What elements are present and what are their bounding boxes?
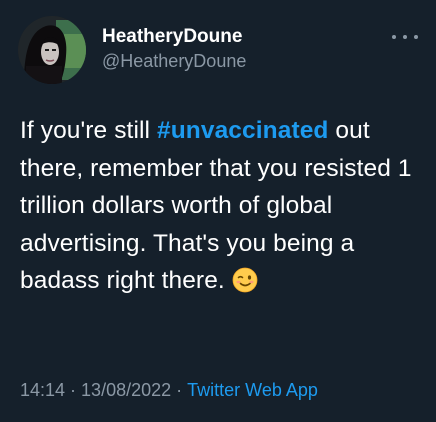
more-dot: [392, 35, 396, 39]
avatar-icon: [18, 16, 86, 84]
more-dot: [414, 35, 418, 39]
more-icon[interactable]: [392, 28, 418, 46]
winking-face-emoji-icon: [232, 267, 258, 293]
meta-separator: ·: [176, 380, 183, 400]
tweet: HeatheryDoune @HeatheryDoune If you're s…: [0, 0, 436, 422]
more-dot: [403, 35, 407, 39]
tweet-source[interactable]: Twitter Web App: [187, 380, 318, 400]
tweet-text: If you're still #unvaccinated out there,…: [20, 112, 420, 300]
tweet-text-before: If you're still: [20, 117, 157, 144]
user-handle[interactable]: @HeatheryDoune: [102, 49, 246, 73]
hashtag-link[interactable]: #unvaccinated: [157, 117, 329, 144]
meta-separator: ·: [70, 380, 77, 400]
tweet-date[interactable]: 13/08/2022: [81, 380, 171, 400]
tweet-meta: 14:14 · 13/08/2022 · Twitter Web App: [20, 378, 318, 402]
author-names: HeatheryDoune @HeatheryDoune: [102, 26, 246, 73]
tweet-time[interactable]: 14:14: [20, 380, 65, 400]
avatar[interactable]: [18, 16, 86, 84]
tweet-header: HeatheryDoune @HeatheryDoune: [18, 16, 418, 86]
display-name[interactable]: HeatheryDoune: [102, 26, 246, 48]
